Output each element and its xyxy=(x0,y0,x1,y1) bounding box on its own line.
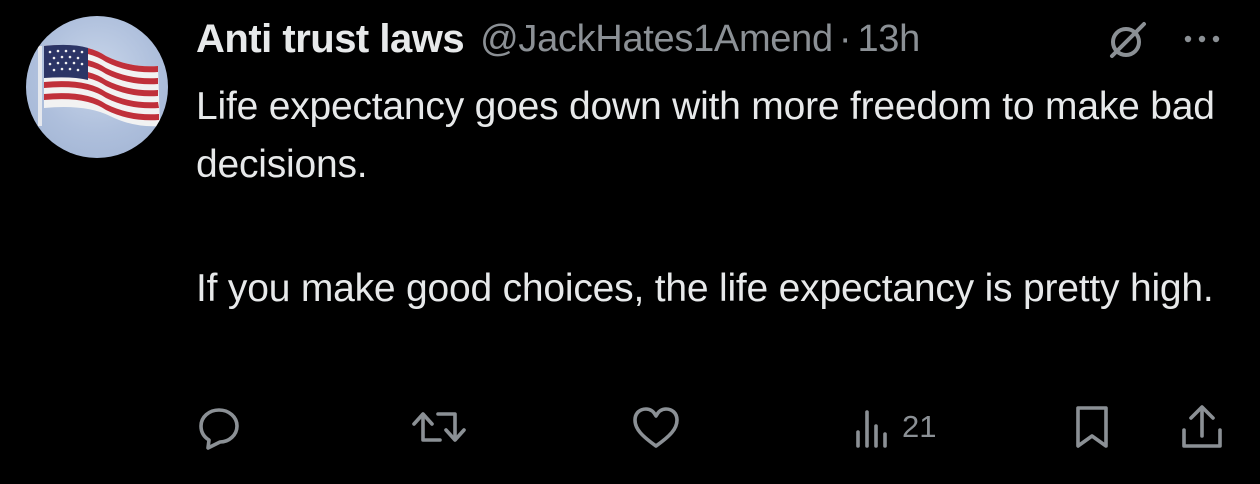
grok-icon[interactable] xyxy=(1106,18,1150,62)
separator-dot: · xyxy=(838,17,852,60)
display-name[interactable]: Anti trust laws xyxy=(196,17,465,62)
retweet-icon xyxy=(412,412,466,442)
tweet-paragraph: Life expectancy goes down with more free… xyxy=(196,85,1215,186)
tweet-header: Anti trust laws @JackHates1Amend · 13h xyxy=(196,12,920,66)
tweet-paragraph: If you make good choices, the life expec… xyxy=(196,267,1214,310)
reply-icon xyxy=(199,408,239,450)
user-handle[interactable]: @JackHates1Amend xyxy=(480,18,833,61)
bookmark-icon xyxy=(1076,406,1108,448)
heart-icon xyxy=(633,407,679,448)
views-button[interactable]: 21 xyxy=(852,402,936,452)
timestamp[interactable]: 13h xyxy=(857,18,920,61)
tweet-text: Life expectancy goes down with more free… xyxy=(196,78,1216,318)
share-button[interactable] xyxy=(1178,402,1226,452)
tweet[interactable]: Anti trust laws @JackHates1Amend · 13h L… xyxy=(0,0,1260,484)
share-icon xyxy=(1182,405,1222,448)
american-flag-icon xyxy=(38,44,160,127)
views-icon xyxy=(856,410,887,448)
more-options-icon[interactable] xyxy=(1178,26,1226,52)
retweet-button[interactable] xyxy=(410,402,468,452)
reply-button[interactable] xyxy=(194,402,244,452)
views-count: 21 xyxy=(902,409,937,444)
bookmark-button[interactable] xyxy=(1070,402,1114,452)
avatar[interactable] xyxy=(26,16,168,158)
like-button[interactable] xyxy=(630,402,682,452)
